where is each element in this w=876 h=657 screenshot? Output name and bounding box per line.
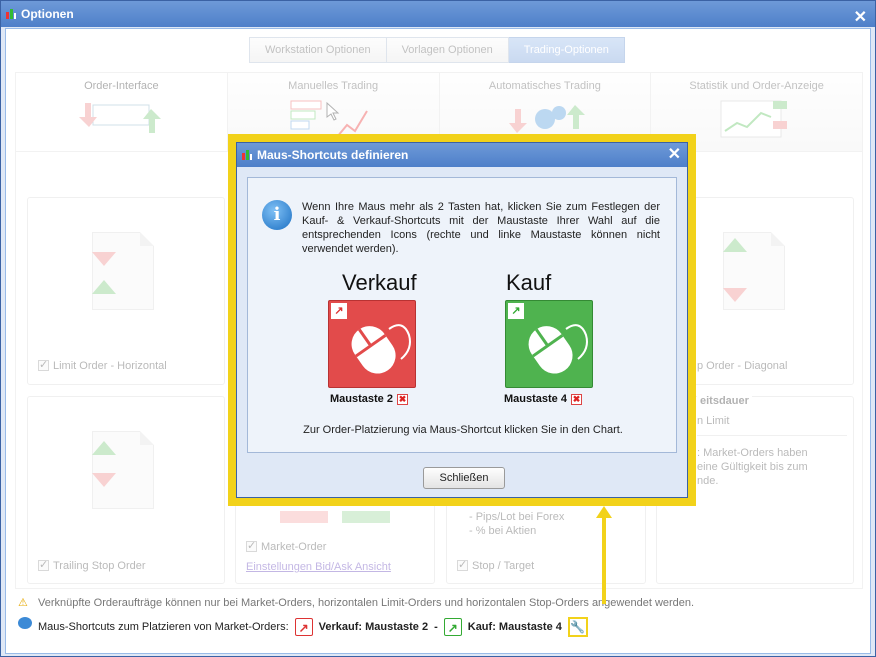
sell-mouse-button[interactable]: ↗ (328, 300, 416, 388)
arrow-down-icon (92, 252, 116, 266)
arrow-up-icon (92, 441, 116, 455)
mouse-shortcuts-dialog: Maus-Shortcuts definieren ✕ i Wenn Ihre … (236, 142, 688, 498)
buy-bar (342, 511, 390, 523)
section-order-interface[interactable]: Order-Interface (15, 72, 227, 152)
remove-buy-icon[interactable]: ✖ (570, 393, 582, 405)
arrow-up-icon (92, 280, 116, 294)
buy-heading: Kauf (506, 270, 552, 295)
card-limit-order-horizontal[interactable]: Limit Order - Horizontal (27, 197, 225, 385)
arrow-down-icon (92, 473, 116, 487)
dialog-content: i Wenn Ihre Maus mehr als 2 Tasten hat, … (247, 177, 677, 453)
market-note-1: : Market-Orders haben (697, 447, 808, 459)
order-interface-icon (79, 103, 162, 133)
tab-workstation-options[interactable]: Workstation Optionen (249, 37, 387, 63)
sell-bar (280, 511, 328, 523)
section-label: Automatisches Trading (488, 80, 601, 92)
percent-stocks-text: - % bei Aktien (469, 525, 537, 537)
document-icon (92, 232, 154, 310)
arrow-down-icon (723, 288, 747, 302)
checkbox[interactable] (38, 358, 49, 371)
mouse-shortcuts-row: Maus-Shortcuts zum Platzieren von Market… (18, 617, 588, 637)
remove-sell-icon[interactable]: ✖ (396, 393, 408, 405)
sell-shortcut-icon[interactable]: ↗ (294, 618, 313, 636)
tab-template-options[interactable]: Vorlagen Optionen (386, 37, 509, 63)
trailing-stop-option[interactable]: Trailing Stop Order (38, 558, 146, 572)
market-note-3: nde. (697, 475, 719, 487)
separator: - (434, 621, 438, 633)
warning-icon: ⚠ (18, 597, 28, 609)
info-text: Wenn Ihre Maus mehr als 2 Tasten hat, kl… (302, 201, 660, 255)
app-icon (242, 150, 252, 160)
section-label: Manuelles Trading (288, 80, 379, 92)
checkbox[interactable] (38, 558, 49, 571)
dialog-highlight-frame: Maus-Shortcuts definieren ✕ i Wenn Ihre … (228, 134, 696, 506)
stop-diagonal-option[interactable]: p Order - Diagonal (697, 360, 788, 372)
section-label: Order-Interface (84, 80, 159, 92)
dialog-title: Maus-Shortcuts definieren (257, 148, 409, 162)
wrench-icon[interactable]: 🔧 (567, 617, 588, 637)
linked-orders-warning: ⚠ Verknüpfte Orderaufträge können nur be… (18, 597, 695, 609)
buy-shortcut-text: Kauf: Maustaste 4 (467, 621, 562, 633)
section-label: Statistik und Order-Anzeige (689, 80, 824, 92)
close-icon[interactable]: ✕ (668, 143, 681, 167)
sell-caption: Maustaste 2 ✖ (330, 393, 408, 405)
checkbox[interactable] (457, 558, 468, 571)
card-trailing-stop[interactable]: Trailing Stop Order (27, 396, 225, 584)
pips-forex-text: - Pips/Lot bei Forex (469, 511, 565, 523)
validity-heading: eitsdauer (697, 395, 752, 407)
bid-ask-settings-link[interactable]: Einstellungen Bid/Ask Ansicht (246, 561, 391, 573)
arrow-up-icon (723, 238, 747, 252)
divider (697, 435, 847, 436)
buy-caption: Maustaste 4 ✖ (504, 393, 582, 405)
statistics-icon (720, 100, 787, 138)
top-tabs: Workstation Optionen Vorlagen Optionen T… (249, 37, 625, 63)
stop-target-option[interactable]: Stop / Target (457, 558, 534, 572)
highlight-arrow-head (596, 506, 612, 518)
sell-shortcut-text: Verkauf: Maustaste 2 (318, 621, 429, 633)
sell-heading: Verkauf (342, 270, 417, 295)
hint-text: Zur Order-Platzierung via Maus-Shortcut … (303, 424, 623, 436)
highlight-arrow-line (602, 512, 606, 604)
dialog-titlebar[interactable]: Maus-Shortcuts definieren ✕ (237, 143, 687, 167)
market-order-option[interactable]: Market-Order (246, 539, 326, 553)
buy-shortcut-icon[interactable]: ↗ (443, 618, 462, 636)
info-icon: i (262, 200, 292, 230)
market-note-2: eine Gültigkeit bis zum (697, 461, 808, 473)
window-title: Optionen (21, 7, 74, 21)
checkbox[interactable] (246, 539, 257, 552)
window-titlebar[interactable]: Optionen ✕ (1, 1, 875, 27)
buy-mouse-button[interactable]: ↗ (505, 300, 593, 388)
tab-trading-options[interactable]: Trading-Optionen (508, 37, 625, 63)
limit-horizontal-option[interactable]: Limit Order - Horizontal (38, 358, 167, 372)
limit-text: n Limit (697, 415, 730, 427)
mouse-icon (528, 324, 588, 374)
mouse-icon (351, 324, 411, 374)
info-bubble-icon (18, 617, 32, 629)
close-button[interactable]: Schließen (423, 467, 505, 489)
app-icon (6, 9, 16, 19)
